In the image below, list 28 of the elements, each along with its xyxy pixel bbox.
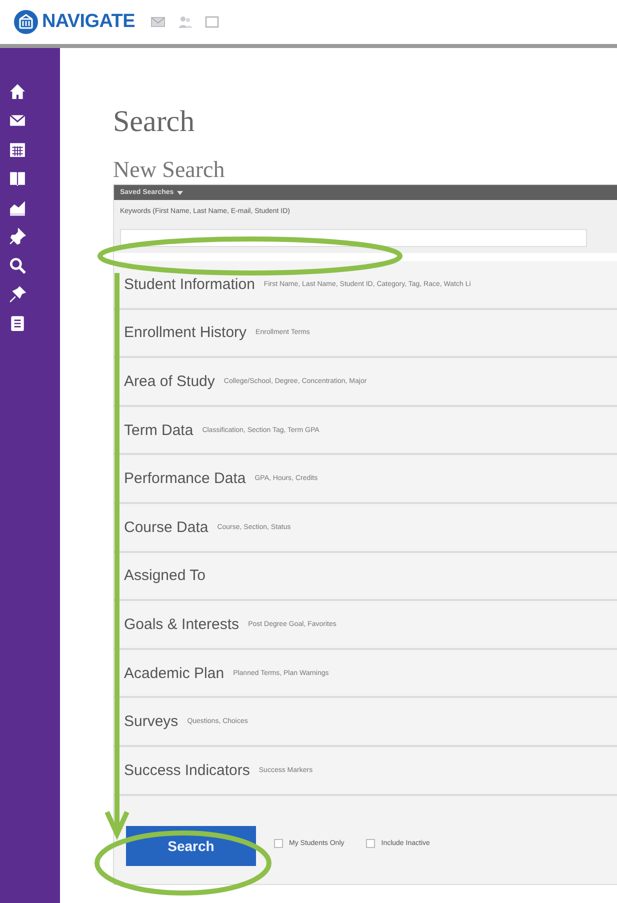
category-title: Success Indicators (124, 762, 250, 779)
category-title: Performance Data (124, 470, 246, 488)
category-title: Goals & Interests (124, 616, 240, 633)
category-title: Area of Study (124, 372, 215, 390)
book-icon[interactable] (9, 170, 26, 187)
pushpin-icon[interactable] (9, 286, 26, 303)
notebook-icon[interactable] (9, 315, 26, 332)
category-title: Academic Plan (124, 664, 224, 682)
mail-icon[interactable] (9, 112, 26, 129)
page-title: Search (113, 104, 196, 140)
logo-icon (14, 10, 38, 34)
search-icon[interactable] (9, 257, 26, 274)
category-title: Student Information (124, 276, 255, 293)
calendar-icon[interactable] (9, 141, 26, 158)
category-title: Assigned To (124, 567, 206, 584)
category-row[interactable]: Assigned To (114, 552, 617, 602)
checkbox[interactable] (274, 839, 283, 848)
category-title: Term Data (124, 422, 194, 439)
pin-icon[interactable] (9, 228, 26, 245)
checkbox[interactable] (366, 839, 376, 848)
category-title: Course Data (124, 518, 208, 536)
category-title: Surveys (124, 713, 178, 730)
app-logo-text: NAVIGATE (42, 11, 135, 33)
chart-icon[interactable] (9, 199, 26, 216)
section-title: New Search (113, 158, 226, 182)
home-icon[interactable] (9, 83, 26, 100)
caret-icon (176, 190, 183, 194)
category-title: Enrollment History (124, 324, 247, 342)
